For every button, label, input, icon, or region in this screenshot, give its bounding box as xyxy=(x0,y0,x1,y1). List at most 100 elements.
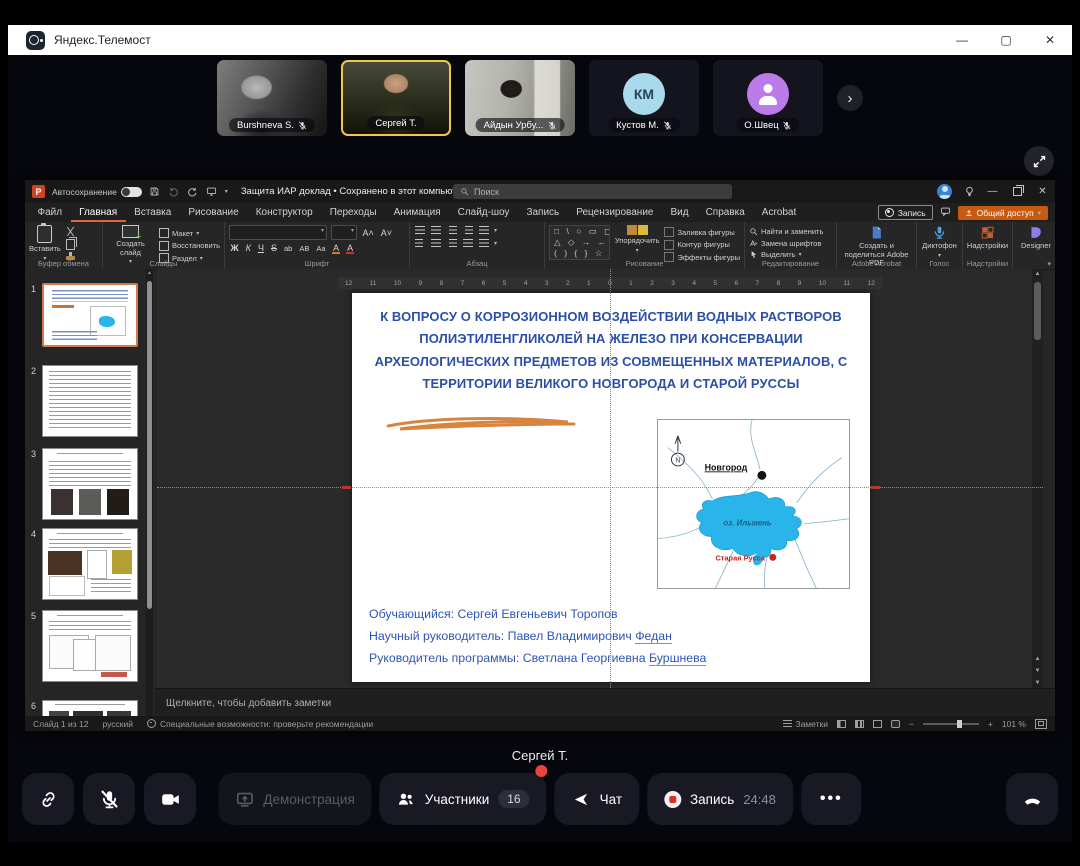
tab-insert[interactable]: Вставка xyxy=(126,203,180,222)
shapes-gallery[interactable]: □ \ ○ ▭ ◻△ ◇ → ← ☆( ) { } ☆ xyxy=(549,225,610,260)
bold-button[interactable]: Ж xyxy=(229,243,240,253)
thumbnail-slide-4[interactable] xyxy=(42,528,138,600)
autosave-toggle[interactable] xyxy=(121,187,142,197)
participants-button[interactable]: Участники 16 xyxy=(380,773,547,825)
dictate-button[interactable]: Диктофон ▾ xyxy=(922,225,957,260)
notes-area[interactable]: Щелкните, чтобы добавить заметки xyxy=(155,688,1055,717)
highlight-color-button[interactable]: А xyxy=(331,243,341,253)
tab-animations[interactable]: Анимация xyxy=(385,203,449,222)
ideas-button[interactable] xyxy=(958,186,980,197)
comments-button[interactable] xyxy=(940,206,951,220)
replace-fonts-button[interactable]: Замена шрифтов xyxy=(749,239,823,248)
underline-button[interactable]: Ч xyxy=(256,243,265,253)
tab-record[interactable]: Запись xyxy=(518,203,568,222)
increase-indent-icon[interactable] xyxy=(462,225,474,235)
tab-acrobat[interactable]: Acrobat xyxy=(753,203,804,222)
bullets-icon[interactable] xyxy=(414,225,426,235)
align-left-icon[interactable] xyxy=(414,238,426,248)
change-case-button[interactable]: Аа xyxy=(315,244,327,253)
accessibility-button[interactable]: Специальные возможности: проверьте реком… xyxy=(147,719,373,729)
search-box[interactable]: Поиск xyxy=(453,184,732,199)
map-image[interactable]: Новгород оз. Ильмень Старая Русса N xyxy=(657,419,850,589)
designer-button[interactable]: Designer xyxy=(1021,225,1051,251)
camera-button[interactable] xyxy=(144,773,196,825)
redo-icon[interactable] xyxy=(187,186,198,197)
cut-icon[interactable] xyxy=(66,227,75,236)
slide-scrollbar[interactable]: ▲ ▲ ▼ ▼ xyxy=(1032,269,1043,688)
zoom-slider[interactable] xyxy=(923,723,979,725)
thumbnails-scrollbar[interactable]: ▲ xyxy=(146,269,153,716)
ink-scribble[interactable] xyxy=(382,413,580,435)
reset-button[interactable]: Восстановить xyxy=(159,241,220,251)
expand-shared-screen-button[interactable] xyxy=(1024,146,1054,176)
slide-sorter-view-icon[interactable] xyxy=(855,720,864,728)
language-button[interactable]: русский xyxy=(102,719,133,729)
share-button[interactable]: Общий доступ▾ xyxy=(958,206,1048,220)
scrollbar-thumb[interactable] xyxy=(1034,282,1041,340)
undo-icon[interactable] xyxy=(168,186,179,197)
tab-transitions[interactable]: Переходы xyxy=(321,203,385,222)
select-button[interactable]: Выделить▾ xyxy=(749,250,823,259)
start-slideshow-icon[interactable] xyxy=(206,186,217,197)
save-icon[interactable] xyxy=(149,186,160,197)
scroll-down-arrow[interactable]: ▼ xyxy=(1032,680,1043,686)
thumbnail-slide-6[interactable] xyxy=(42,700,138,716)
fit-slide-button[interactable] xyxy=(1035,719,1047,729)
account-avatar[interactable] xyxy=(937,184,952,199)
tab-file[interactable]: Файл xyxy=(29,203,71,222)
zoom-slider-knob[interactable] xyxy=(957,720,962,728)
notes-toggle-button[interactable]: Заметки xyxy=(783,719,828,729)
next-slide-button[interactable]: ▼ xyxy=(1032,668,1043,674)
qat-customize-caret[interactable]: ▾ xyxy=(225,188,228,195)
scroll-up-arrow[interactable]: ▲ xyxy=(1032,271,1043,277)
minimize-button[interactable]: — xyxy=(940,25,984,55)
tab-slideshow[interactable]: Слайд-шоу xyxy=(449,203,518,222)
collapse-ribbon-caret[interactable]: ▾ xyxy=(1047,260,1051,268)
tab-design[interactable]: Конструктор xyxy=(247,203,321,222)
participant-tile-active[interactable]: Сергей Т. xyxy=(341,60,451,136)
char-spacing-button[interactable]: АВ xyxy=(298,244,311,253)
thumbnail-slide-2[interactable] xyxy=(42,365,138,437)
align-right-icon[interactable] xyxy=(446,238,458,248)
participant-tile[interactable]: Айдын Урбу... xyxy=(465,60,575,136)
ppt-restore-button[interactable] xyxy=(1005,180,1030,203)
ppt-close-button[interactable]: ✕ xyxy=(1030,180,1055,203)
decrease-indent-icon[interactable] xyxy=(446,225,458,235)
slide-authors-textbox[interactable]: Обучающийся: Сергей Евгеньевич Торопов Н… xyxy=(369,604,706,670)
tab-view[interactable]: Вид xyxy=(662,203,697,222)
participant-tile[interactable]: КМ Кустов М. xyxy=(589,60,699,136)
tab-home[interactable]: Главная xyxy=(71,203,126,222)
addins-button[interactable]: Надстройки xyxy=(967,225,1008,251)
autosave-control[interactable]: Автосохранение xyxy=(52,187,142,197)
scrollbar-thumb[interactable] xyxy=(147,281,152,609)
chat-button[interactable]: Чат xyxy=(555,773,639,825)
previous-slide-button[interactable]: ▲ xyxy=(1032,656,1043,662)
present-button[interactable]: Демонстрация xyxy=(218,773,371,825)
normal-view-icon[interactable] xyxy=(837,720,846,728)
shape-outline-button[interactable]: Контур фигуры xyxy=(664,240,740,250)
record-button[interactable]: Запись xyxy=(878,205,933,220)
thumbnail-slide-1[interactable] xyxy=(42,283,138,347)
font-color-button[interactable]: А xyxy=(345,243,355,253)
tab-draw[interactable]: Рисование xyxy=(180,203,247,222)
line-spacing-icon[interactable] xyxy=(478,225,490,235)
participant-tile[interactable]: Burshneva S. xyxy=(217,60,327,136)
thumbnail-slide-5[interactable] xyxy=(42,610,138,682)
font-size-combo[interactable] xyxy=(331,225,357,240)
justify-icon[interactable] xyxy=(462,238,474,248)
zoom-out-button[interactable]: − xyxy=(909,719,914,729)
thumbnail-slide-3[interactable] xyxy=(42,448,138,520)
document-title[interactable]: Защита ИАР доклад • Сохранено в этот ком… xyxy=(241,186,473,197)
participant-tile[interactable]: О.Швец xyxy=(713,60,823,136)
strip-next-button[interactable]: › xyxy=(837,85,863,111)
tab-review[interactable]: Рецензирование xyxy=(568,203,662,222)
microphone-button[interactable] xyxy=(83,773,135,825)
recording-button[interactable]: Запись 24:48 xyxy=(647,773,793,825)
align-center-icon[interactable] xyxy=(430,238,442,248)
slideshow-view-icon[interactable] xyxy=(891,720,900,728)
shadow-button[interactable]: ab xyxy=(282,244,293,253)
ppt-minimize-button[interactable]: — xyxy=(980,180,1005,203)
shape-fill-button[interactable]: Заливка фигуры xyxy=(664,227,740,237)
find-replace-button[interactable]: Найти и заменить xyxy=(749,227,823,236)
shrink-font-button[interactable]: А˅ xyxy=(379,228,393,238)
